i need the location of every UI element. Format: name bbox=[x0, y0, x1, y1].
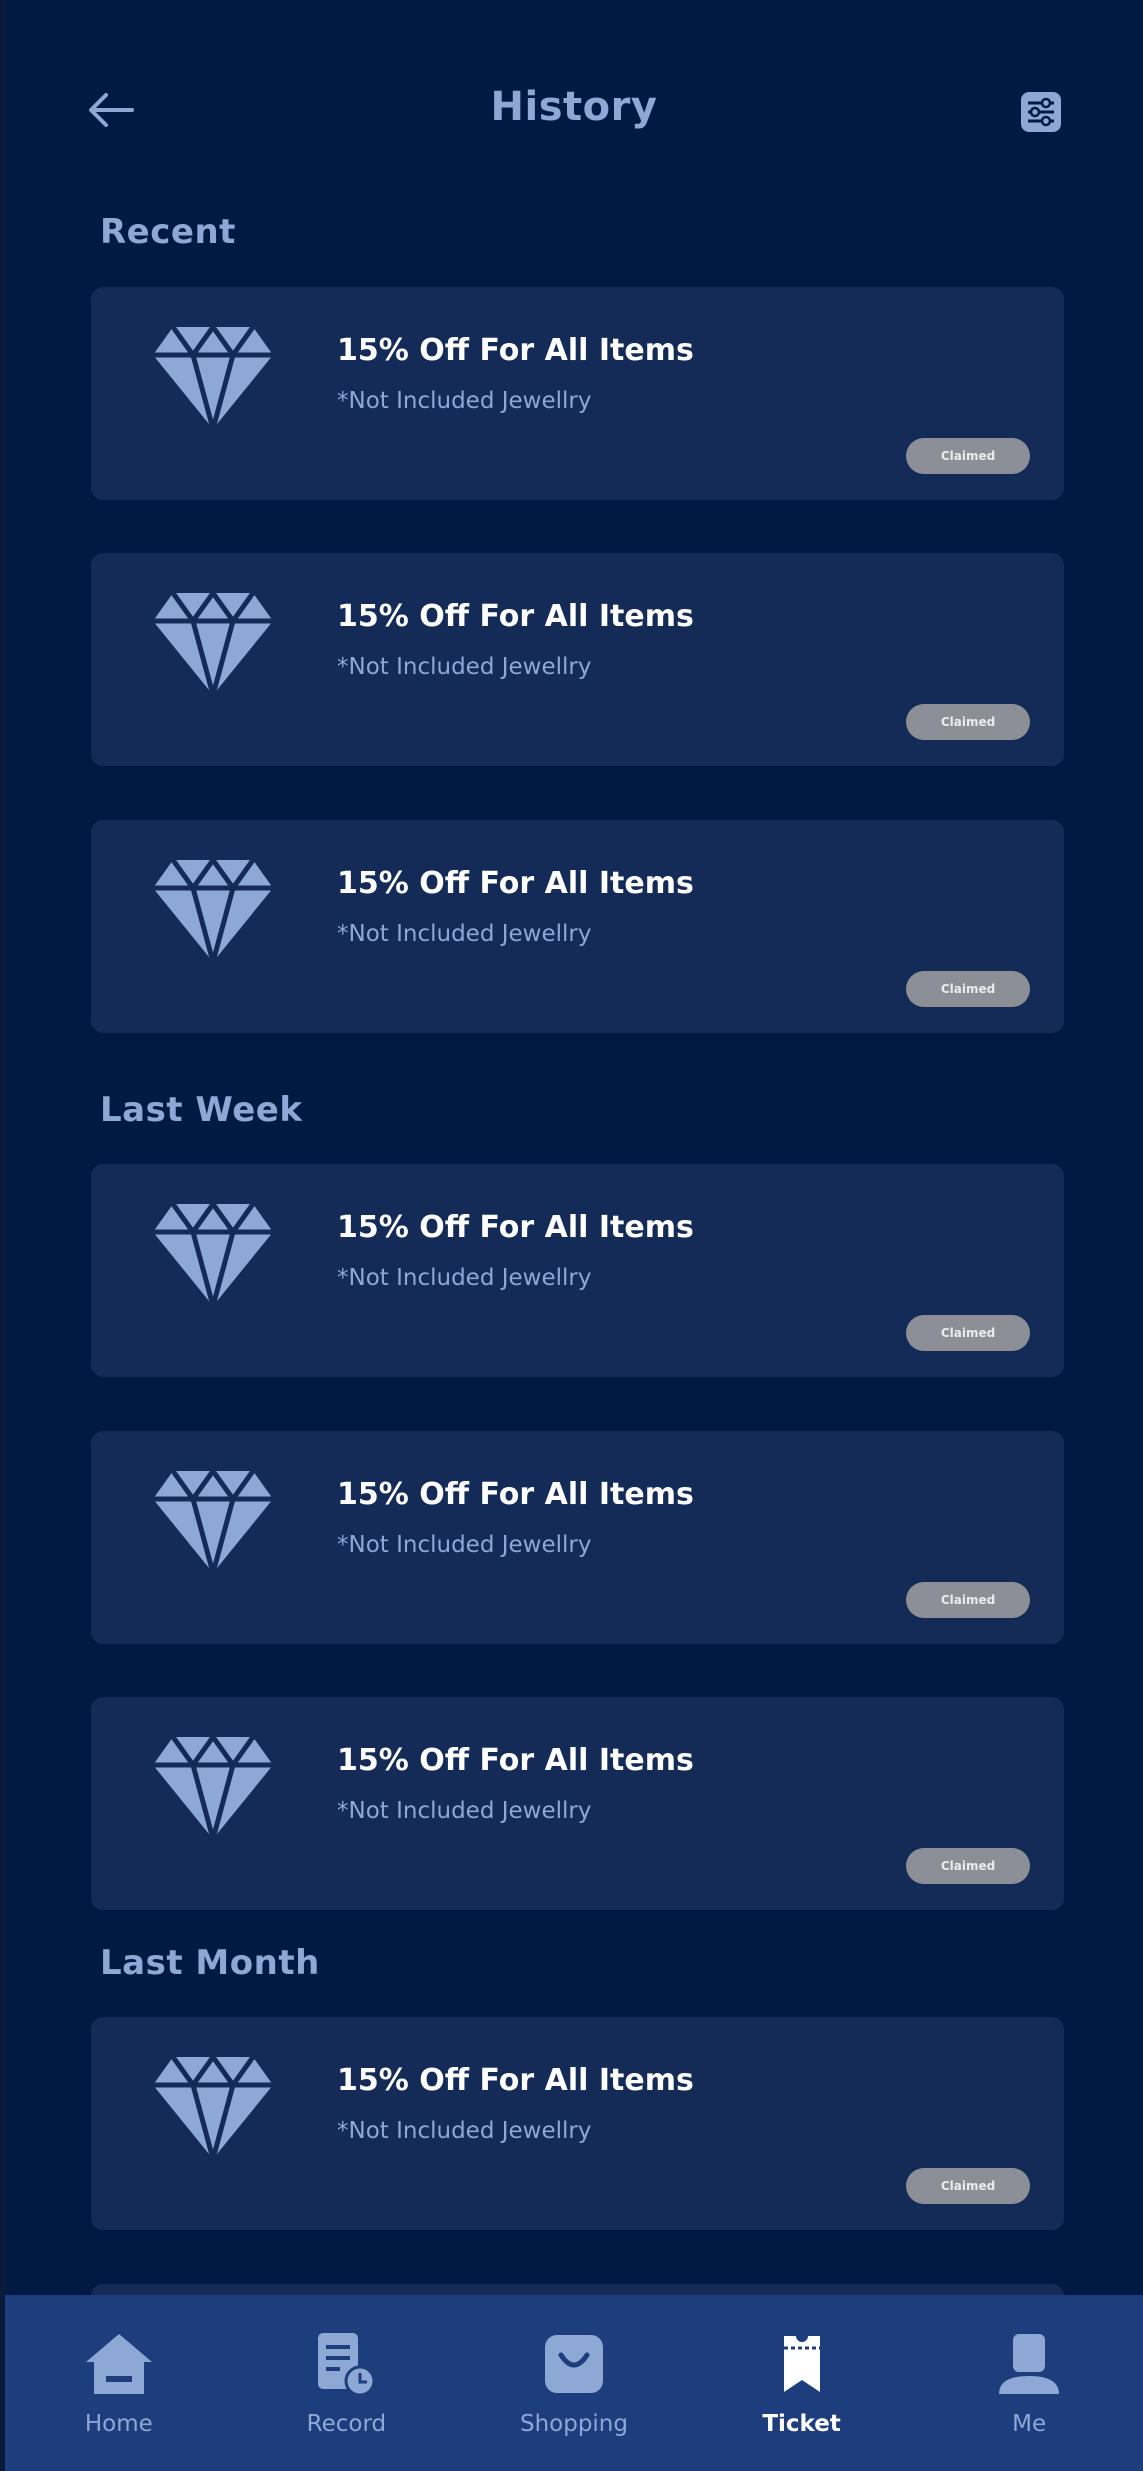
voucher-card[interactable]: 15% Off For All Items *Not Included Jewe… bbox=[91, 1431, 1064, 1644]
nav-item-me[interactable]: Me bbox=[915, 2295, 1143, 2471]
section-label-last-month: Last Month bbox=[100, 1943, 320, 1983]
filter-icon bbox=[1021, 92, 1061, 132]
claimed-button[interactable]: Claimed bbox=[906, 704, 1030, 740]
home-icon bbox=[85, 2334, 152, 2394]
diamond-icon bbox=[153, 591, 273, 697]
nav-item-home[interactable]: Home bbox=[5, 2295, 233, 2471]
filter-button[interactable] bbox=[1017, 88, 1065, 136]
card-title: 15% Off For All Items bbox=[337, 1477, 694, 1512]
nav-item-shopping[interactable]: Shopping bbox=[460, 2295, 688, 2471]
card-title: 15% Off For All Items bbox=[337, 2063, 694, 2098]
card-subtitle: *Not Included Jewellry bbox=[337, 1532, 592, 1558]
card-title: 15% Off For All Items bbox=[337, 599, 694, 634]
header: History bbox=[5, 60, 1143, 160]
section-label-last-week: Last Week bbox=[100, 1090, 303, 1130]
diamond-icon bbox=[153, 858, 273, 964]
diamond-icon bbox=[153, 1202, 273, 1308]
card-title: 15% Off For All Items bbox=[337, 1210, 694, 1245]
section-label-recent: Recent bbox=[100, 212, 236, 252]
card-title: 15% Off For All Items bbox=[337, 333, 694, 368]
nav-label: Ticket bbox=[762, 2411, 841, 2437]
card-title: 15% Off For All Items bbox=[337, 866, 694, 901]
voucher-card[interactable]: 15% Off For All Items *Not Included Jewe… bbox=[91, 553, 1064, 766]
card-subtitle: *Not Included Jewellry bbox=[337, 921, 592, 947]
voucher-card[interactable]: 15% Off For All Items *Not Included Jewe… bbox=[91, 820, 1064, 1033]
nav-label: Record bbox=[306, 2411, 387, 2437]
claimed-button[interactable]: Claimed bbox=[906, 2168, 1030, 2204]
diamond-icon bbox=[153, 2055, 273, 2161]
voucher-card[interactable]: 15% Off For All Items *Not Included Jewe… bbox=[91, 1697, 1064, 1910]
page-title: History bbox=[490, 84, 658, 130]
voucher-card[interactable]: 15% Off For All Items *Not Included Jewe… bbox=[91, 287, 1064, 500]
card-subtitle: *Not Included Jewellry bbox=[337, 654, 592, 680]
nav-label: Shopping bbox=[519, 2411, 628, 2437]
card-subtitle: *Not Included Jewellry bbox=[337, 1798, 592, 1824]
nav-label: Me bbox=[1012, 2411, 1047, 2437]
nav-item-record[interactable]: Record bbox=[233, 2295, 461, 2471]
record-icon bbox=[318, 2333, 376, 2397]
voucher-card[interactable]: 15% Off For All Items *Not Included Jewe… bbox=[91, 2017, 1064, 2230]
claimed-button[interactable]: Claimed bbox=[906, 971, 1030, 1007]
nav-item-ticket[interactable]: Ticket bbox=[688, 2295, 916, 2471]
shopping-bag-icon bbox=[544, 2335, 603, 2393]
diamond-icon bbox=[153, 1735, 273, 1841]
profile-icon bbox=[999, 2334, 1060, 2394]
voucher-card[interactable]: 15% Off For All Items *Not Included Jewe… bbox=[91, 1164, 1064, 1377]
diamond-icon bbox=[153, 325, 273, 431]
diamond-icon bbox=[153, 1469, 273, 1575]
claimed-button[interactable]: Claimed bbox=[906, 438, 1030, 474]
card-subtitle: *Not Included Jewellry bbox=[337, 1265, 592, 1291]
claimed-button[interactable]: Claimed bbox=[906, 1315, 1030, 1351]
claimed-button[interactable]: Claimed bbox=[906, 1848, 1030, 1884]
card-title: 15% Off For All Items bbox=[337, 1743, 694, 1778]
ticket-icon bbox=[783, 2336, 820, 2392]
card-subtitle: *Not Included Jewellry bbox=[337, 2118, 592, 2144]
card-subtitle: *Not Included Jewellry bbox=[337, 388, 592, 414]
bottom-nav: Home Record Shopping Ticket Me bbox=[5, 2295, 1143, 2471]
history-screen: History Recent 15% Off For All Items *No… bbox=[5, 0, 1143, 2471]
nav-label: Home bbox=[84, 2411, 153, 2437]
claimed-button[interactable]: Claimed bbox=[906, 1582, 1030, 1618]
